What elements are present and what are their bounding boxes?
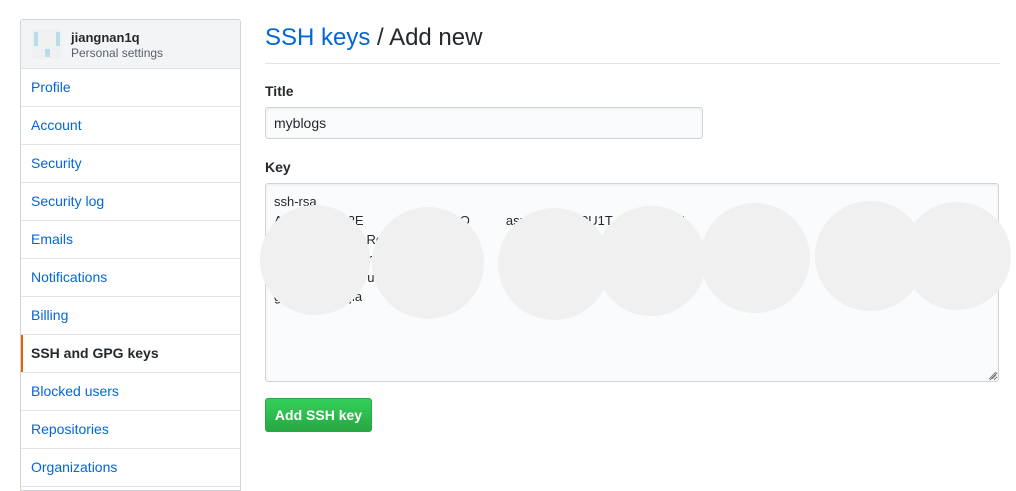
redaction-blur xyxy=(260,205,370,315)
title-label: Title xyxy=(265,83,294,99)
sidebar-item-emails[interactable]: Emails xyxy=(21,221,240,259)
resize-grip-icon[interactable] xyxy=(987,370,997,380)
settings-sidebar: jiangnan1q Personal settings Profile Acc… xyxy=(20,19,241,491)
sidebar-item-organizations[interactable]: Organizations xyxy=(21,449,240,487)
redaction-blur xyxy=(372,207,484,319)
add-ssh-key-button[interactable]: Add SSH key xyxy=(265,398,372,432)
breadcrumb-ssh-keys-link[interactable]: SSH keys xyxy=(265,24,370,51)
title-input[interactable] xyxy=(265,107,703,139)
sidebar-item-account[interactable]: Account xyxy=(21,107,240,145)
page-title: SSH keys / Add new xyxy=(265,24,482,52)
sidebar-username[interactable]: jiangnan1q xyxy=(71,30,140,45)
key-label: Key xyxy=(265,159,291,175)
breadcrumb-separator: / xyxy=(370,24,390,51)
redaction-blur xyxy=(596,206,706,316)
sidebar-item-billing[interactable]: Billing xyxy=(21,297,240,335)
redaction-blur xyxy=(903,202,1011,310)
sidebar-item-security[interactable]: Security xyxy=(21,145,240,183)
sidebar-item-ssh-gpg-keys[interactable]: SSH and GPG keys xyxy=(21,335,240,373)
redaction-blur xyxy=(498,208,610,320)
avatar[interactable] xyxy=(32,29,62,59)
sidebar-subtitle: Personal settings xyxy=(71,46,164,60)
sidebar-item-profile[interactable]: Profile xyxy=(21,69,240,107)
page-title-text: Add new xyxy=(389,24,483,51)
sidebar-header: jiangnan1q Personal settings xyxy=(21,20,240,69)
sidebar-item-notifications[interactable]: Notifications xyxy=(21,259,240,297)
sidebar-item-security-log[interactable]: Security log xyxy=(21,183,240,221)
sidebar-item-blocked-users[interactable]: Blocked users xyxy=(21,373,240,411)
title-divider xyxy=(265,63,1000,64)
redaction-blur xyxy=(700,203,810,313)
sidebar-item-repositories[interactable]: Repositories xyxy=(21,411,240,449)
